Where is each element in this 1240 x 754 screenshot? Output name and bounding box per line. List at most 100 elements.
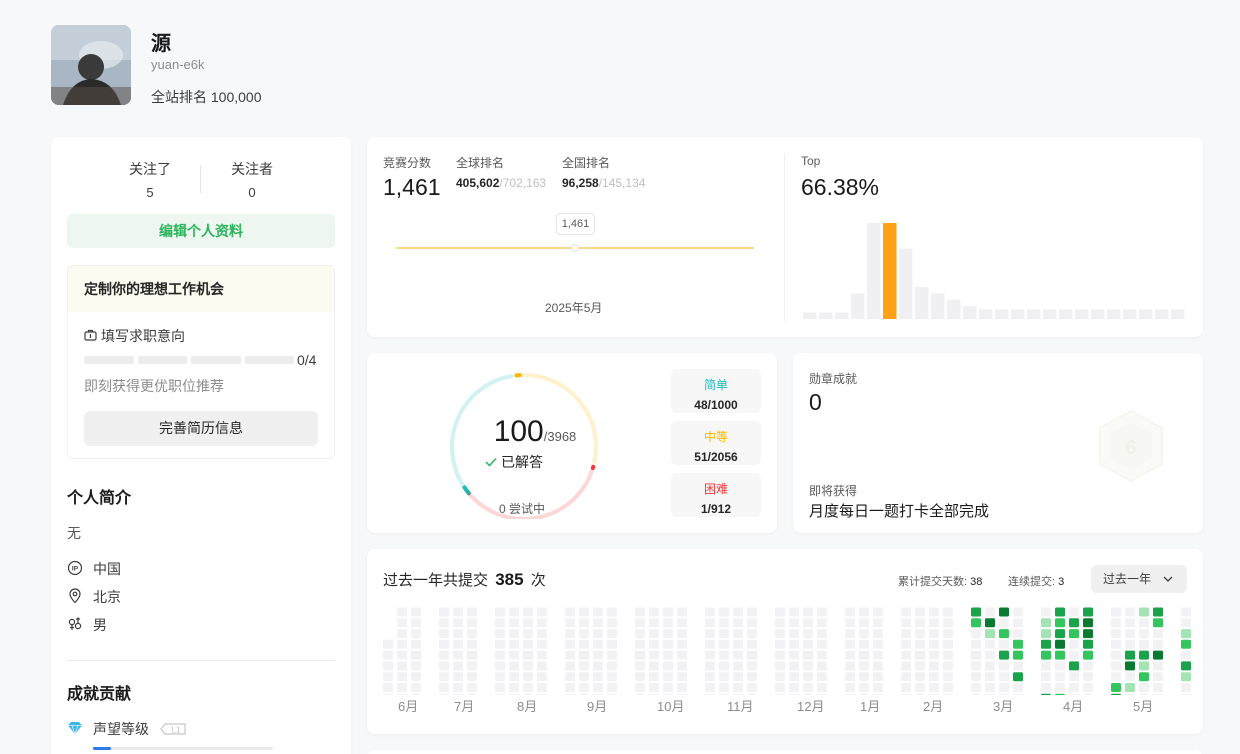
heatmap-day[interactable] <box>1083 693 1093 695</box>
heatmap-day[interactable] <box>1069 672 1079 682</box>
heatmap-day[interactable] <box>859 672 869 682</box>
heatmap-day[interactable] <box>817 607 827 617</box>
heatmap-day[interactable] <box>565 639 575 649</box>
heatmap-day[interactable] <box>467 683 477 692</box>
heatmap-day[interactable] <box>663 672 673 682</box>
heatmap-day[interactable] <box>1055 639 1065 649</box>
heatmap-day[interactable] <box>789 607 799 617</box>
heatmap-day[interactable] <box>1153 693 1163 695</box>
heatmap-day[interactable] <box>817 639 827 649</box>
heatmap-day[interactable] <box>999 672 1009 682</box>
heatmap-day[interactable] <box>747 672 757 682</box>
heatmap-day[interactable] <box>677 693 687 695</box>
heatmap-day[interactable] <box>985 650 995 660</box>
heatmap-day[interactable] <box>565 650 575 660</box>
edit-profile-button[interactable]: 编辑个人资料 <box>67 214 335 248</box>
heatmap-day[interactable] <box>1055 683 1065 692</box>
heatmap-day[interactable] <box>1181 672 1191 682</box>
heatmap-day[interactable] <box>1013 683 1023 692</box>
heatmap-day[interactable] <box>789 650 799 660</box>
heatmap-day[interactable] <box>719 618 729 628</box>
heatmap-day[interactable] <box>411 639 421 649</box>
heatmap-day[interactable] <box>845 650 855 660</box>
heatmap-day[interactable] <box>1153 650 1163 660</box>
heatmap-day[interactable] <box>1153 672 1163 682</box>
heatmap-day[interactable] <box>635 693 645 695</box>
heatmap-day[interactable] <box>1111 650 1121 660</box>
heatmap-day[interactable] <box>1153 618 1163 628</box>
heatmap-day[interactable] <box>747 639 757 649</box>
heatmap-day[interactable] <box>915 683 925 692</box>
heatmap-day[interactable] <box>495 639 505 649</box>
heatmap-day[interactable] <box>411 693 421 695</box>
heatmap-day[interactable] <box>859 629 869 639</box>
heatmap-day[interactable] <box>803 661 813 671</box>
heatmap-day[interactable] <box>1069 693 1079 695</box>
heatmap-day[interactable] <box>705 629 715 639</box>
heatmap-day[interactable] <box>1013 650 1023 660</box>
heatmap-day[interactable] <box>1153 661 1163 671</box>
heatmap-day[interactable] <box>747 650 757 660</box>
heatmap-day[interactable] <box>453 618 463 628</box>
heatmap-day[interactable] <box>901 629 911 639</box>
heatmap-day[interactable] <box>495 683 505 692</box>
heatmap-day[interactable] <box>999 629 1009 639</box>
heatmap-day[interactable] <box>383 639 393 649</box>
heatmap-day[interactable] <box>509 607 519 617</box>
heatmap-day[interactable] <box>1013 629 1023 639</box>
heatmap-day[interactable] <box>439 629 449 639</box>
heatmap-day[interactable] <box>943 683 953 692</box>
heatmap-day[interactable] <box>1013 672 1023 682</box>
heatmap-day[interactable] <box>495 629 505 639</box>
heatmap-day[interactable] <box>439 672 449 682</box>
heatmap-day[interactable] <box>579 650 589 660</box>
heatmap-day[interactable] <box>439 650 449 660</box>
heatmap-day[interactable] <box>579 693 589 695</box>
heatmap-day[interactable] <box>943 607 953 617</box>
heatmap-day[interactable] <box>495 672 505 682</box>
heatmap-day[interactable] <box>607 693 617 695</box>
heatmap-day[interactable] <box>775 661 785 671</box>
heatmap-day[interactable] <box>635 607 645 617</box>
heatmap-day[interactable] <box>775 607 785 617</box>
following-stat[interactable]: 关注了 5 <box>95 159 205 200</box>
heatmap-day[interactable] <box>509 618 519 628</box>
heatmap-day[interactable] <box>1083 650 1093 660</box>
heatmap-day[interactable] <box>537 650 547 660</box>
heatmap-day[interactable] <box>901 607 911 617</box>
heatmap-day[interactable] <box>775 618 785 628</box>
heatmap-day[interactable] <box>943 672 953 682</box>
heatmap-day[interactable] <box>747 618 757 628</box>
heatmap-day[interactable] <box>1125 693 1135 695</box>
heatmap-day[interactable] <box>453 650 463 660</box>
heatmap-day[interactable] <box>971 607 981 617</box>
heatmap-day[interactable] <box>397 650 407 660</box>
heatmap-day[interactable] <box>1083 639 1093 649</box>
heatmap-day[interactable] <box>901 639 911 649</box>
heatmap-day[interactable] <box>775 639 785 649</box>
heatmap-day[interactable] <box>1041 693 1051 695</box>
heatmap-day[interactable] <box>523 683 533 692</box>
heatmap-day[interactable] <box>397 672 407 682</box>
heatmap-day[interactable] <box>593 629 603 639</box>
heatmap-day[interactable] <box>397 693 407 695</box>
heatmap-day[interactable] <box>915 672 925 682</box>
complete-resume-button[interactable]: 完善简历信息 <box>84 411 318 446</box>
heatmap-day[interactable] <box>733 629 743 639</box>
heatmap-day[interactable] <box>1069 661 1079 671</box>
heatmap-day[interactable] <box>565 629 575 639</box>
heatmap-day[interactable] <box>1139 639 1149 649</box>
heatmap-day[interactable] <box>663 607 673 617</box>
heatmap-day[interactable] <box>985 607 995 617</box>
heatmap-day[interactable] <box>845 639 855 649</box>
heatmap-day[interactable] <box>985 639 995 649</box>
heatmap-day[interactable] <box>649 683 659 692</box>
heatmap-day[interactable] <box>467 639 477 649</box>
heatmap-day[interactable] <box>733 618 743 628</box>
heatmap-day[interactable] <box>985 693 995 695</box>
heatmap-day[interactable] <box>607 618 617 628</box>
heatmap-day[interactable] <box>1083 683 1093 692</box>
heatmap-day[interactable] <box>747 693 757 695</box>
heatmap-day[interactable] <box>1139 693 1149 695</box>
heatmap-day[interactable] <box>1181 607 1191 617</box>
